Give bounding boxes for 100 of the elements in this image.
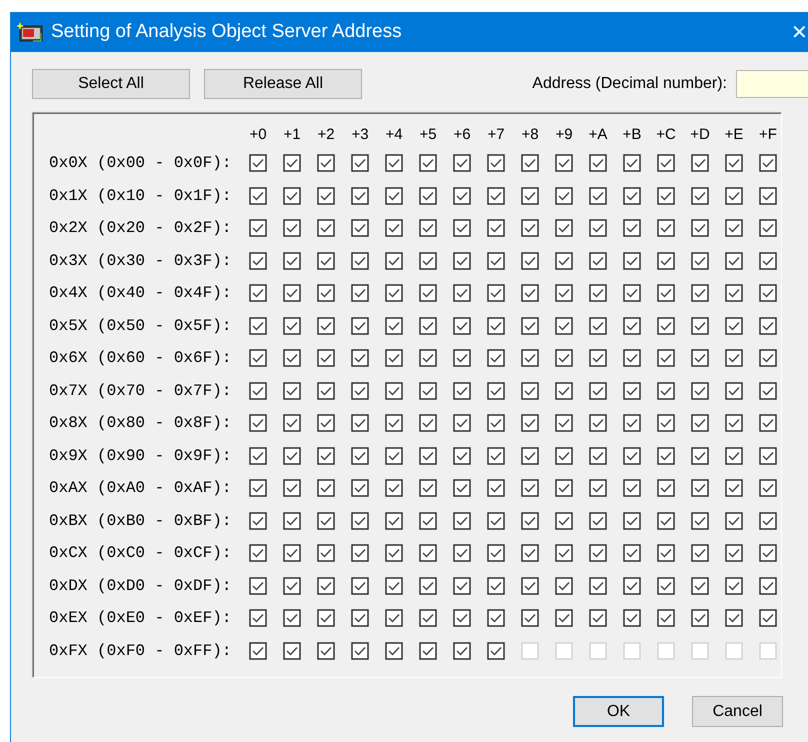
checkbox[interactable] [283, 186, 301, 205]
checkbox[interactable] [419, 446, 437, 465]
checkbox[interactable] [317, 446, 335, 465]
checkbox[interactable] [657, 512, 675, 530]
checkbox[interactable] [657, 544, 675, 562]
checkbox[interactable] [317, 609, 335, 628]
checkbox[interactable] [283, 252, 301, 270]
close-icon[interactable]: ✕ [791, 20, 808, 44]
checkbox[interactable] [317, 512, 335, 530]
checkbox[interactable] [725, 446, 743, 465]
checkbox[interactable] [623, 219, 641, 238]
checkbox[interactable] [759, 479, 777, 498]
checkbox[interactable] [317, 414, 335, 432]
checkbox[interactable] [657, 284, 675, 302]
checkbox[interactable] [725, 609, 743, 628]
checkbox[interactable] [351, 512, 369, 530]
checkbox[interactable] [487, 446, 505, 465]
checkbox[interactable] [623, 446, 641, 465]
checkbox[interactable] [691, 382, 709, 400]
checkbox[interactable] [487, 252, 505, 270]
checkbox[interactable] [521, 382, 539, 400]
checkbox[interactable] [283, 219, 301, 238]
checkbox[interactable] [725, 349, 743, 368]
checkbox[interactable] [453, 316, 471, 335]
checkbox[interactable] [725, 252, 743, 270]
checkbox[interactable] [759, 446, 777, 465]
checkbox[interactable] [317, 349, 335, 368]
checkbox[interactable] [317, 382, 335, 400]
checkbox[interactable] [589, 446, 607, 465]
checkbox[interactable] [249, 576, 267, 595]
checkbox[interactable] [691, 609, 709, 628]
checkbox[interactable] [385, 512, 403, 530]
checkbox[interactable] [623, 414, 641, 432]
checkbox[interactable] [623, 382, 641, 400]
checkbox[interactable] [759, 252, 777, 270]
checkbox[interactable] [385, 446, 403, 465]
checkbox[interactable] [759, 186, 777, 205]
checkbox[interactable] [453, 446, 471, 465]
checkbox[interactable] [623, 544, 641, 562]
checkbox[interactable] [419, 642, 437, 660]
checkbox[interactable] [385, 414, 403, 432]
checkbox[interactable] [589, 284, 607, 302]
checkbox[interactable] [249, 349, 267, 368]
checkbox[interactable] [453, 349, 471, 368]
checkbox[interactable] [725, 382, 743, 400]
checkbox[interactable] [555, 154, 573, 172]
checkbox[interactable] [555, 316, 573, 335]
checkbox[interactable] [691, 349, 709, 368]
checkbox[interactable] [623, 609, 641, 628]
checkbox[interactable] [453, 576, 471, 595]
checkbox[interactable] [385, 284, 403, 302]
checkbox[interactable] [453, 544, 471, 562]
checkbox[interactable] [317, 544, 335, 562]
checkbox[interactable] [759, 316, 777, 335]
checkbox[interactable] [555, 576, 573, 595]
checkbox[interactable] [283, 446, 301, 465]
checkbox[interactable] [555, 219, 573, 238]
checkbox[interactable] [283, 382, 301, 400]
checkbox[interactable] [351, 446, 369, 465]
checkbox[interactable] [317, 219, 335, 238]
checkbox[interactable] [419, 154, 437, 172]
checkbox[interactable] [691, 512, 709, 530]
checkbox[interactable] [385, 349, 403, 368]
checkbox[interactable] [623, 252, 641, 270]
checkbox[interactable] [555, 382, 573, 400]
checkbox[interactable] [555, 479, 573, 498]
checkbox[interactable] [759, 512, 777, 530]
checkbox[interactable] [487, 576, 505, 595]
checkbox[interactable] [317, 642, 335, 660]
checkbox[interactable] [623, 479, 641, 498]
checkbox[interactable] [555, 446, 573, 465]
checkbox[interactable] [521, 284, 539, 302]
checkbox[interactable] [555, 349, 573, 368]
checkbox[interactable] [725, 219, 743, 238]
checkbox[interactable] [725, 414, 743, 432]
checkbox[interactable] [453, 642, 471, 660]
checkbox[interactable] [487, 414, 505, 432]
checkbox[interactable] [385, 252, 403, 270]
checkbox[interactable] [759, 349, 777, 368]
checkbox[interactable] [351, 576, 369, 595]
checkbox[interactable] [657, 414, 675, 432]
checkbox[interactable] [351, 219, 369, 238]
checkbox[interactable] [283, 609, 301, 628]
checkbox[interactable] [555, 252, 573, 270]
checkbox[interactable] [589, 382, 607, 400]
checkbox[interactable] [657, 479, 675, 498]
checkbox[interactable] [351, 414, 369, 432]
checkbox[interactable] [555, 512, 573, 530]
checkbox[interactable] [249, 284, 267, 302]
checkbox[interactable] [249, 154, 267, 172]
checkbox[interactable] [521, 186, 539, 205]
checkbox[interactable] [351, 316, 369, 335]
checkbox[interactable] [521, 154, 539, 172]
checkbox[interactable] [657, 252, 675, 270]
checkbox[interactable] [249, 544, 267, 562]
checkbox[interactable] [351, 479, 369, 498]
checkbox[interactable] [657, 609, 675, 628]
checkbox[interactable] [487, 219, 505, 238]
checkbox[interactable] [555, 544, 573, 562]
checkbox[interactable] [453, 219, 471, 238]
